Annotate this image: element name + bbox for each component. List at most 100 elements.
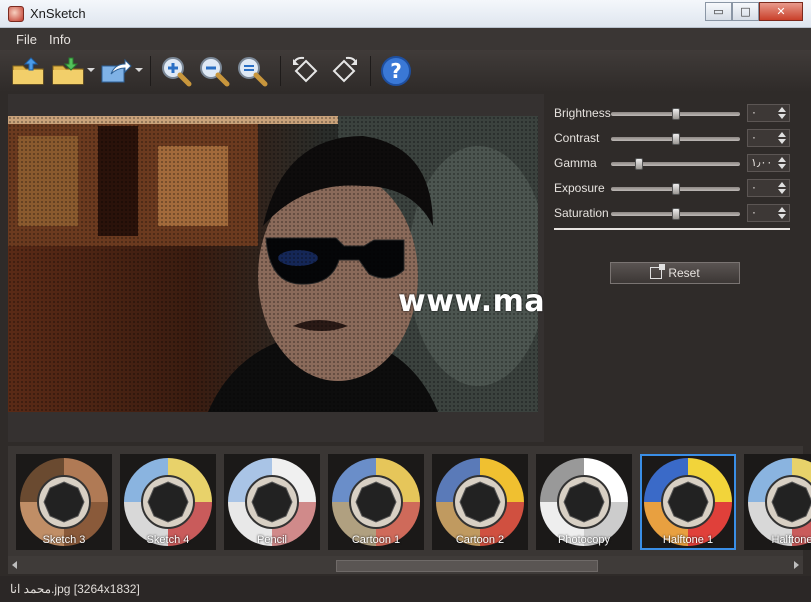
- open-folder-icon: [12, 57, 44, 85]
- saturation-slider-thumb[interactable]: [671, 208, 680, 220]
- save-dropdown-arrow[interactable]: [87, 68, 95, 72]
- exposure-slider-thumb[interactable]: [671, 183, 680, 195]
- spin-up-arrow[interactable]: [778, 132, 786, 137]
- rotate-left-button[interactable]: [288, 53, 324, 89]
- contrast-slider-thumb[interactable]: [671, 133, 680, 145]
- contrast-spinbox[interactable]: ٠: [747, 129, 790, 147]
- help-button[interactable]: ?: [378, 53, 414, 89]
- preset-thumbnail[interactable]: Photocopy: [536, 454, 632, 550]
- preset-label: Cartoon 1: [351, 534, 401, 546]
- slider-row: Contrast ٠: [554, 129, 792, 149]
- saturation-label: Saturation: [554, 206, 609, 220]
- gamma-label: Gamma: [554, 156, 597, 170]
- preset-thumbnail[interactable]: Pencil: [224, 454, 320, 550]
- share-export-icon: [101, 58, 132, 83]
- toolbar-separator: [280, 56, 281, 86]
- preset-thumbnail[interactable]: Cartoon 2: [432, 454, 528, 550]
- status-filename: محمد انا.jpg [3264x1832]: [10, 582, 140, 596]
- preset-thumbnail[interactable]: Cartoon 1: [328, 454, 424, 550]
- slider-row: Gamma ١٫٠٠: [554, 154, 792, 174]
- spin-up-arrow[interactable]: [778, 107, 786, 112]
- zoom-out-button[interactable]: [196, 53, 232, 89]
- gamma-value: ١٫٠٠: [751, 156, 773, 169]
- exposure-value: ٠: [751, 181, 757, 194]
- scroll-right-arrow[interactable]: [794, 561, 799, 569]
- rotate-right-icon: [332, 56, 357, 83]
- minimize-button[interactable]: ▭: [705, 2, 732, 21]
- zoom-fit-button[interactable]: [234, 53, 270, 89]
- saturation-slider[interactable]: [611, 208, 740, 220]
- preset-label: Halftone: [771, 534, 811, 546]
- status-bar: محمد انا.jpg [3264x1832]: [0, 576, 811, 602]
- preview-image[interactable]: [8, 116, 538, 412]
- preset-thumbnail[interactable]: Halftone: [744, 454, 811, 550]
- zoom-in-button[interactable]: [158, 53, 194, 89]
- zoom-in-icon: [162, 57, 192, 87]
- open-button[interactable]: [10, 53, 46, 89]
- preset-label: Pencil: [257, 534, 287, 546]
- reset-button[interactable]: Reset: [610, 262, 740, 284]
- spin-down-arrow[interactable]: [778, 164, 786, 169]
- preset-label: Cartoon 2: [455, 534, 505, 546]
- preset-label: Photocopy: [558, 534, 610, 546]
- rotate-right-button[interactable]: [326, 53, 362, 89]
- share-button[interactable]: [98, 53, 134, 89]
- toolbar: ?: [0, 50, 811, 92]
- spin-up-arrow[interactable]: [778, 182, 786, 187]
- saturation-spinbox[interactable]: ٠: [747, 204, 790, 222]
- preset-label: Halftone 1: [662, 534, 714, 546]
- spin-up-arrow[interactable]: [778, 157, 786, 162]
- presets-scrollbar[interactable]: [8, 556, 803, 574]
- brightness-label: Brightness: [554, 106, 611, 120]
- spin-down-arrow[interactable]: [778, 189, 786, 194]
- svg-text:?: ?: [390, 59, 402, 83]
- main-frame: File Info ? Brightness ٠ Contrast ٠ Gamm…: [0, 28, 811, 602]
- title-bar: XnSketch ▭ □ ✕: [0, 0, 811, 28]
- contrast-value: ٠: [751, 131, 757, 144]
- preset-label: Sketch 4: [146, 534, 190, 546]
- gamma-slider[interactable]: [611, 158, 740, 170]
- photo-preview: [8, 116, 538, 412]
- spin-down-arrow[interactable]: [778, 214, 786, 219]
- share-dropdown-arrow[interactable]: [135, 68, 143, 72]
- gamma-slider-thumb[interactable]: [635, 158, 644, 170]
- help-icon: ?: [381, 56, 411, 86]
- scrollbar-thumb[interactable]: [336, 560, 598, 572]
- toolbar-separator: [150, 56, 151, 86]
- controls-divider: [554, 228, 790, 230]
- spin-down-arrow[interactable]: [778, 139, 786, 144]
- slider-row: Brightness ٠: [554, 104, 792, 124]
- save-folder-icon: [52, 57, 84, 85]
- menu-info[interactable]: Info: [49, 32, 71, 47]
- menu-bar: File Info: [0, 28, 811, 50]
- scroll-left-arrow[interactable]: [12, 561, 17, 569]
- brightness-slider[interactable]: [611, 108, 740, 120]
- spin-up-arrow[interactable]: [778, 207, 786, 212]
- preset-thumbnail[interactable]: Halftone 1: [640, 454, 736, 550]
- brightness-value: ٠: [751, 106, 757, 119]
- rotate-left-icon: [293, 56, 318, 83]
- adjustments-panel: Brightness ٠ Contrast ٠ Gamma ١٫٠٠ Exposure ٠ Sa…: [544, 94, 804, 442]
- exposure-slider[interactable]: [611, 183, 740, 195]
- app-icon: [8, 6, 24, 22]
- brightness-slider-thumb[interactable]: [671, 108, 680, 120]
- save-button[interactable]: [50, 53, 86, 89]
- zoom-out-icon: [200, 57, 230, 87]
- menu-file[interactable]: File: [16, 32, 37, 47]
- preset-label: Sketch 3: [42, 534, 86, 546]
- slider-row: Saturation ٠: [554, 204, 792, 224]
- exposure-spinbox[interactable]: ٠: [747, 179, 790, 197]
- presets-strip: Sketch 3 Sketch 4 Pencil Cartoon 1 Cartoon 2…: [8, 446, 811, 574]
- contrast-label: Contrast: [554, 131, 600, 145]
- preview-panel: [8, 94, 544, 442]
- gamma-spinbox[interactable]: ١٫٠٠: [747, 154, 790, 172]
- brightness-spinbox[interactable]: ٠: [747, 104, 790, 122]
- contrast-slider[interactable]: [611, 133, 740, 145]
- window-title: XnSketch: [30, 6, 86, 21]
- maximize-button[interactable]: □: [732, 2, 759, 21]
- close-button[interactable]: ✕: [759, 2, 803, 21]
- preset-thumbnail[interactable]: Sketch 4: [120, 454, 216, 550]
- spin-down-arrow[interactable]: [778, 114, 786, 119]
- toolbar-separator: [370, 56, 371, 86]
- preset-thumbnail[interactable]: Sketch 3: [16, 454, 112, 550]
